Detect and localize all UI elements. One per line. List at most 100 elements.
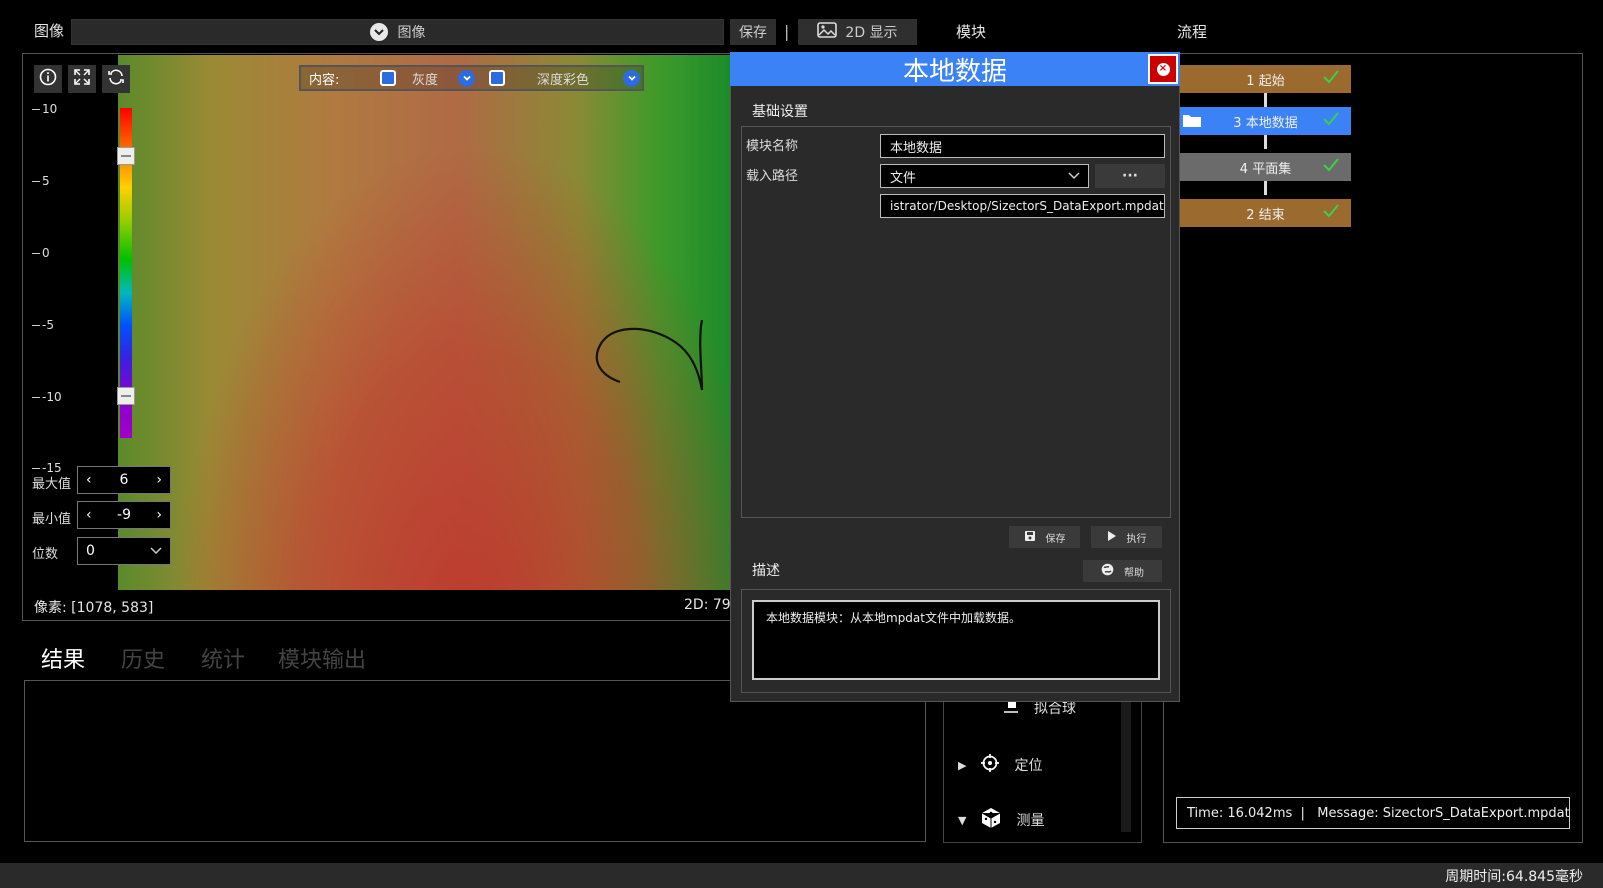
depth-image-canvas[interactable] <box>118 55 732 590</box>
flow-node-local-data[interactable]: 3 本地数据 <box>1180 107 1351 135</box>
target-icon <box>980 753 1000 777</box>
fullscreen-button[interactable] <box>68 65 96 93</box>
content-options-bar: 内容: 灰度 深度彩色 <box>299 65 644 91</box>
close-button[interactable]: × <box>1148 54 1178 84</box>
cycle-time: 周期时间:64.845毫秒 <box>1445 869 1583 885</box>
info-icon <box>39 68 57 90</box>
check-icon <box>1323 204 1339 222</box>
flow-status-message: Time: 16.042ms | Message: SizectorS_Data… <box>1176 797 1570 829</box>
min-value-stepper[interactable]: ‹ -9 › <box>77 501 171 529</box>
flow-node-plane-set[interactable]: 4 平面集 <box>1180 153 1351 181</box>
digits-value: 0 <box>86 543 95 559</box>
info-button[interactable] <box>34 65 62 93</box>
module-label: 定位 <box>1014 758 1043 774</box>
scribble-mark <box>595 320 704 391</box>
flow-connector <box>1264 135 1267 149</box>
chevron-right-icon[interactable]: › <box>156 507 162 523</box>
module-category-measure[interactable]: ▼ 测量 <box>958 807 1044 833</box>
depth-color-checkbox[interactable] <box>489 70 505 86</box>
display-2d-button[interactable]: 2D 显示 <box>798 19 917 45</box>
module-name-input[interactable]: 本地数据 <box>880 134 1165 158</box>
flow-connector <box>1264 181 1267 195</box>
flow-node-end[interactable]: 2 结束 <box>1180 199 1351 227</box>
dice-icon <box>980 807 1002 833</box>
grayscale-label: 灰度 <box>412 72 439 88</box>
max-value-stepper[interactable]: ‹ 6 › <box>77 466 171 494</box>
tab-module-output[interactable]: 模块输出 <box>278 642 366 674</box>
load-path-type-select[interactable]: 文件 <box>880 164 1089 188</box>
dialog-title: 本地数据 <box>730 52 1180 87</box>
chevron-right-icon[interactable]: › <box>156 472 162 488</box>
image-source-select[interactable]: 图像 <box>71 19 724 45</box>
load-path-type-value: 文件 <box>890 170 917 186</box>
content-label: 内容: <box>309 72 340 88</box>
flow-panel-title: 流程 <box>1177 23 1208 41</box>
scale-tick: 0 <box>32 246 50 260</box>
check-icon <box>1323 70 1339 88</box>
help-label: 帮助 <box>1124 567 1144 579</box>
module-name-label: 模块名称 <box>746 139 799 154</box>
dialog-save-label: 保存 <box>1045 533 1066 545</box>
max-value: 6 <box>119 472 129 488</box>
grayscale-checkbox[interactable] <box>380 70 396 86</box>
scale-min-handle[interactable] <box>117 387 135 405</box>
digits-select[interactable]: 0 <box>77 537 171 565</box>
close-icon: × <box>1156 62 1170 76</box>
toolbar-separator: | <box>784 22 790 41</box>
description-heading: 描述 <box>752 563 780 579</box>
expand-icon <box>73 68 91 90</box>
chevron-left-icon[interactable]: ‹ <box>86 507 92 523</box>
flow-node-label: 3 本地数据 <box>1233 115 1298 131</box>
tab-history[interactable]: 历史 <box>121 642 165 674</box>
chevron-down-icon[interactable] <box>458 69 475 87</box>
tab-statistics[interactable]: 统计 <box>201 642 245 674</box>
flow-node-label: 1 起始 <box>1246 73 1285 89</box>
module-category-locate[interactable]: ▶ 定位 <box>958 753 1042 777</box>
module-list-scrollbar[interactable] <box>1121 700 1131 832</box>
flow-node-start[interactable]: 1 起始 <box>1180 65 1351 93</box>
status-bar <box>0 863 1603 888</box>
chevron-down-icon <box>1068 169 1080 184</box>
run-label: 执行 <box>1126 533 1147 545</box>
tab-results[interactable]: 结果 <box>41 642 85 674</box>
run-button[interactable]: 执行 <box>1091 526 1162 548</box>
flow-node-label: 2 结束 <box>1246 207 1285 223</box>
refresh-button[interactable] <box>102 65 130 93</box>
help-button[interactable]: 帮助 <box>1083 560 1162 582</box>
image-icon <box>817 22 838 42</box>
refresh-icon <box>107 68 125 90</box>
module-label: 测量 <box>1016 813 1045 829</box>
scale-max-handle[interactable] <box>117 147 135 165</box>
chevron-left-icon[interactable]: ‹ <box>86 472 92 488</box>
modules-panel-title: 模块 <box>956 23 987 41</box>
save-image-button[interactable]: 保存 <box>730 19 776 45</box>
flow-node-label: 4 平面集 <box>1239 161 1292 177</box>
play-icon <box>1107 530 1117 545</box>
check-icon <box>1323 112 1339 130</box>
image-source-value: 图像 <box>397 25 426 41</box>
scale-tick: -10 <box>32 390 62 404</box>
expand-arrow-icon: ▶ <box>958 758 967 772</box>
save-icon <box>1024 530 1036 545</box>
scale-tick: -5 <box>32 318 54 332</box>
load-path-label: 载入路径 <box>746 169 799 184</box>
dialog-save-button[interactable]: 保存 <box>1009 526 1080 548</box>
description-text: 本地数据模块：从本地mpdat文件中加载数据。 <box>752 600 1160 680</box>
display-2d-label: 2D 显示 <box>845 25 898 41</box>
coord-2d-readout: 2D: 79, <box>684 597 736 613</box>
pixel-readout: 像素: [1078, 583] <box>34 600 154 616</box>
max-value-label: 最大值 <box>32 477 72 492</box>
folder-icon <box>1182 113 1202 132</box>
collapse-arrow-icon: ▼ <box>958 813 967 827</box>
chevron-down-icon <box>150 543 162 559</box>
file-path-input[interactable]: istrator/Desktop/SizectorS_DataExport.mp… <box>880 194 1165 218</box>
browse-button[interactable]: ··· <box>1095 164 1165 188</box>
scale-tick: 10 <box>32 102 57 116</box>
digits-label: 位数 <box>32 547 59 562</box>
scale-tick: 5 <box>32 174 50 188</box>
results-panel <box>24 680 926 842</box>
chevron-down-icon <box>369 23 388 41</box>
min-value: -9 <box>117 507 131 523</box>
chevron-down-icon[interactable] <box>623 69 640 87</box>
basic-settings-heading: 基础设置 <box>752 104 808 120</box>
